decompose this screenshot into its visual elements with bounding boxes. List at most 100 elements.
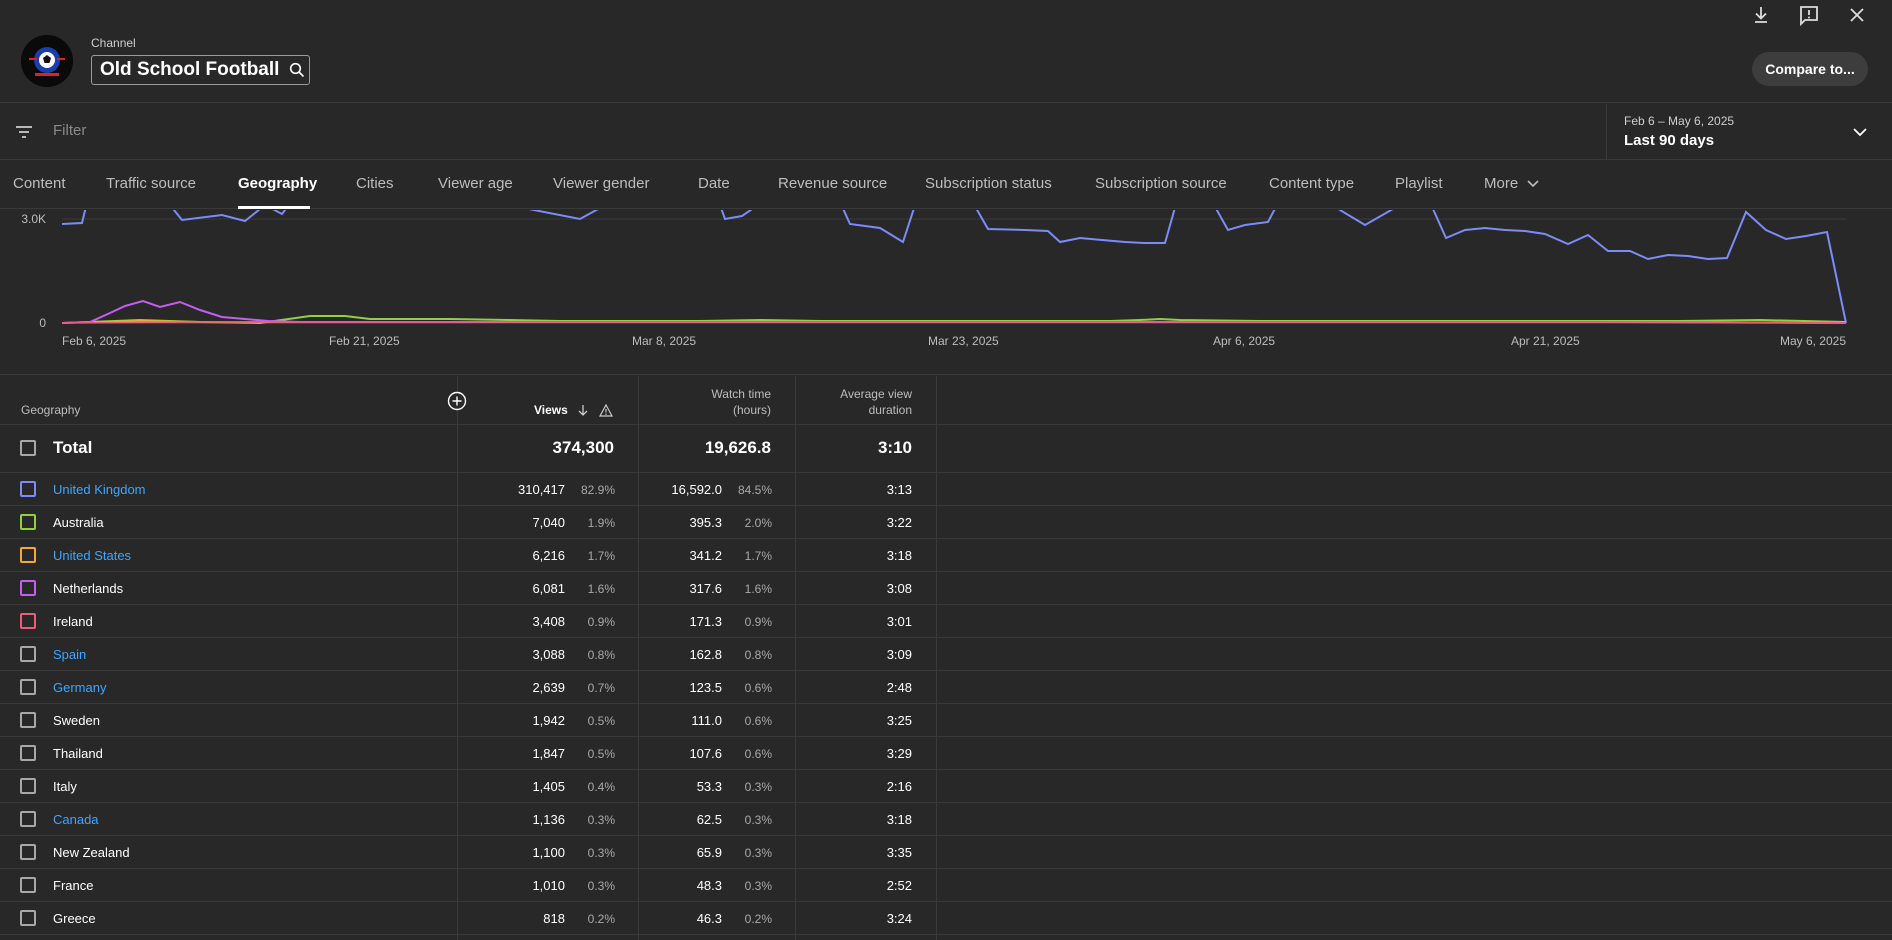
country-name[interactable]: United Kingdom	[53, 482, 146, 497]
download-icon[interactable]	[1750, 4, 1772, 26]
dimension-tabs: Content Traffic source Geography Cities …	[0, 161, 1892, 209]
tab-subscription-status[interactable]: Subscription status	[925, 175, 1052, 192]
row-checkbox[interactable]	[20, 514, 36, 530]
country-name[interactable]: Germany	[53, 680, 106, 695]
views-percent: 0.5%	[587, 747, 615, 761]
tab-cities[interactable]: Cities	[356, 175, 394, 192]
views-value: 1,136	[532, 812, 565, 827]
tab-geography[interactable]: Geography	[238, 175, 317, 192]
avg-duration-value: 3:25	[886, 713, 912, 728]
sort-down-icon[interactable]	[577, 404, 589, 417]
avg-duration-value: 3:29	[886, 746, 912, 761]
row-checkbox[interactable]	[20, 580, 36, 596]
row-checkbox[interactable]	[20, 679, 36, 695]
watch-time-percent: 0.6%	[744, 714, 772, 728]
avg-duration-value: 2:16	[886, 779, 912, 794]
table-row[interactable]: Spain 3,088 0.8% 162.8 0.8% 3:09	[0, 638, 1892, 671]
filter-input[interactable]	[53, 122, 753, 139]
warning-icon[interactable]	[599, 404, 613, 417]
table-row[interactable]: Ireland 3,408 0.9% 171.3 0.9% 3:01	[0, 605, 1892, 638]
table-row[interactable]: Germany 2,639 0.7% 123.5 0.6% 2:48	[0, 671, 1892, 704]
country-name[interactable]: Spain	[53, 647, 86, 662]
table-row[interactable]: Canada 1,136 0.3% 62.5 0.3% 3:18	[0, 803, 1892, 836]
table-row[interactable]: Netherlands 6,081 1.6% 317.6 1.6% 3:08	[0, 572, 1892, 605]
x-tick: Mar 23, 2025	[928, 334, 999, 348]
table-row[interactable]: United Kingdom 310,417 82.9% 16,592.0 84…	[0, 473, 1892, 506]
add-column-icon[interactable]	[447, 391, 467, 411]
watch-time-percent: 0.6%	[744, 747, 772, 761]
tab-subscription-source[interactable]: Subscription source	[1095, 175, 1227, 192]
table-row[interactable]: Australia 7,040 1.9% 395.3 2.0% 3:22	[0, 506, 1892, 539]
views-value: 1,405	[532, 779, 565, 794]
tab-viewer-gender[interactable]: Viewer gender	[553, 175, 649, 192]
row-checkbox[interactable]	[20, 613, 36, 629]
row-checkbox[interactable]	[20, 646, 36, 662]
tab-more[interactable]: More	[1484, 175, 1540, 192]
row-checkbox[interactable]	[20, 712, 36, 728]
compare-button[interactable]: Compare to...	[1752, 52, 1868, 86]
watch-time-percent: 1.6%	[744, 582, 772, 596]
tab-more-label: More	[1484, 175, 1519, 192]
data-table: Geography Views Watch time (hours) Avera…	[0, 376, 1892, 940]
total-watch-time: 19,626.8	[704, 438, 771, 457]
watch-time-value: 53.3	[696, 779, 722, 794]
total-avg-duration: 3:10	[877, 438, 912, 457]
views-value: 6,081	[532, 581, 565, 596]
views-percent: 0.2%	[587, 912, 615, 926]
watch-time-value: 171.3	[689, 614, 722, 629]
row-checkbox[interactable]	[20, 778, 36, 794]
watch-time-value: 48.3	[696, 878, 722, 893]
tab-traffic-source[interactable]: Traffic source	[106, 175, 196, 192]
column-header-avg-duration[interactable]: Average view duration	[797, 387, 912, 417]
tab-playlist[interactable]: Playlist	[1395, 175, 1443, 192]
table-row[interactable]: Thailand 1,847 0.5% 107.6 0.6% 3:29	[0, 737, 1892, 770]
row-checkbox[interactable]	[20, 811, 36, 827]
total-checkbox[interactable]	[20, 440, 36, 456]
avg-duration-value: 3:24	[886, 911, 912, 926]
watch-time-percent: 0.6%	[744, 681, 772, 695]
tab-date[interactable]: Date	[698, 175, 730, 192]
watch-time-percent: 1.7%	[744, 549, 772, 563]
table-row[interactable]: United States 6,216 1.7% 341.2 1.7% 3:18	[0, 539, 1892, 572]
country-name[interactable]: United States	[53, 548, 131, 563]
watch-time-value: 62.5	[696, 812, 722, 827]
row-checkbox[interactable]	[20, 877, 36, 893]
column-header-watch-time[interactable]: Watch time (hours)	[640, 387, 771, 417]
date-range-selector[interactable]: Feb 6 – May 6, 2025 Last 90 days	[1606, 104, 1892, 160]
row-checkbox[interactable]	[20, 910, 36, 926]
watch-time-percent: 0.3%	[744, 879, 772, 893]
country-name: Netherlands	[53, 581, 124, 596]
tab-revenue-source[interactable]: Revenue source	[778, 175, 887, 192]
table-row[interactable]: Italy 1,405 0.4% 53.3 0.3% 2:16	[0, 770, 1892, 803]
row-checkbox[interactable]	[20, 745, 36, 761]
column-header-views[interactable]: Views	[534, 403, 568, 417]
x-tick: Apr 6, 2025	[1213, 334, 1275, 348]
channel-selector[interactable]: Old School Football	[91, 55, 310, 85]
y-tick-0: 0	[39, 316, 46, 330]
country-name[interactable]: Canada	[53, 812, 99, 827]
close-icon[interactable]	[1846, 4, 1868, 26]
country-name: Italy	[53, 779, 77, 794]
avg-duration-value: 2:52	[886, 878, 912, 893]
feedback-icon[interactable]	[1798, 4, 1820, 26]
table-row[interactable]: France 1,010 0.3% 48.3 0.3% 2:52	[0, 869, 1892, 902]
total-row: Total 374,300 19,626.8 3:10	[0, 425, 1892, 472]
row-checkbox[interactable]	[20, 547, 36, 563]
tab-content-type[interactable]: Content type	[1269, 175, 1354, 192]
views-percent: 1.7%	[587, 549, 615, 563]
views-percent: 0.3%	[587, 879, 615, 893]
row-checkbox[interactable]	[20, 844, 36, 860]
row-checkbox[interactable]	[20, 481, 36, 497]
chevron-down-icon	[1527, 180, 1539, 188]
watch-time-header-line1: Watch time	[711, 387, 771, 401]
table-row[interactable]: Greece 818 0.2% 46.3 0.2% 3:24	[0, 902, 1892, 935]
total-views: 374,300	[552, 438, 614, 457]
table-row[interactable]: Sweden 1,942 0.5% 111.0 0.6% 3:25	[0, 704, 1892, 737]
table-row[interactable]: New Zealand 1,100 0.3% 65.9 0.3% 3:35	[0, 836, 1892, 869]
watch-time-value: 111.0	[691, 713, 722, 728]
views-value: 1,010	[532, 878, 565, 893]
filter-icon[interactable]	[14, 122, 34, 142]
tab-viewer-age[interactable]: Viewer age	[438, 175, 513, 192]
tab-content[interactable]: Content	[13, 175, 66, 192]
search-icon[interactable]	[289, 62, 305, 78]
